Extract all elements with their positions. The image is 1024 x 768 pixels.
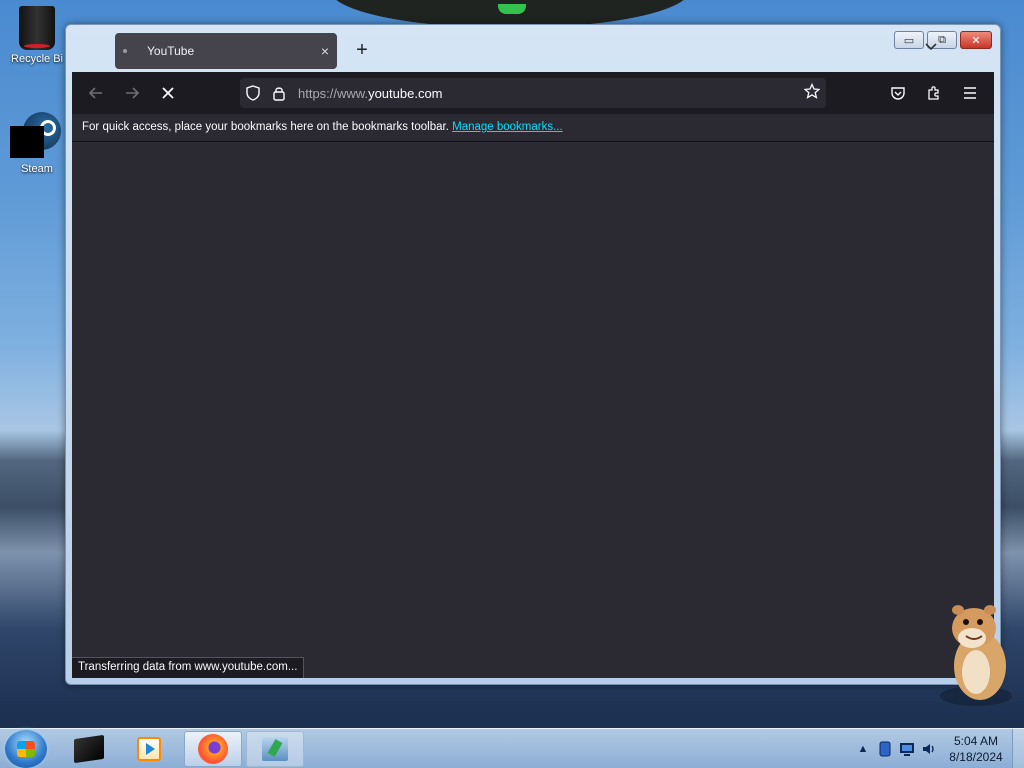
forward-button[interactable] [118,80,146,106]
firefox-icon [198,734,228,764]
bookmarks-toolbar-message: For quick access, place your bookmarks h… [82,121,449,133]
manage-bookmarks-link[interactable]: Manage bookmarks... [452,121,563,133]
taskbar-media-player-button[interactable] [120,731,178,767]
lock-icon[interactable] [266,80,292,106]
tool-icon [262,737,288,761]
pocket-icon[interactable] [884,80,912,106]
navigation-toolbar: https://www.youtube.com [72,72,994,114]
show-hidden-icons-button[interactable]: ▲ [852,738,874,760]
desktop-icon-steam[interactable]: Steam [2,112,72,175]
display-icon[interactable] [896,738,918,760]
back-button[interactable] [82,80,110,106]
browser-window: ▭ ⧉ ✕ YouTube × + https://www.youtube.co… [65,24,1001,685]
taskbar-terminal-button[interactable] [60,731,118,767]
url-bar[interactable]: https://www.youtube.com [240,78,826,108]
steam-icon [10,112,61,160]
desktop-icon-label: Steam [21,163,53,175]
list-all-tabs-button[interactable] [924,39,938,56]
chevron-down-icon [925,43,937,51]
tab-loading-icon [123,49,127,53]
media-player-icon [137,737,161,761]
network-drive-icon[interactable] [874,738,896,760]
tab-strip: YouTube × + [72,33,910,71]
show-desktop-button[interactable] [1012,729,1024,768]
clock[interactable]: 5:04 AM 8/18/2024 [940,733,1012,765]
recycle-bin-icon [19,6,55,50]
forward-arrow-icon [126,87,140,99]
new-tab-button[interactable]: + [350,39,374,62]
back-arrow-icon [88,87,102,99]
url-text[interactable]: https://www.youtube.com [298,86,798,101]
menu-hamburger-icon[interactable] [956,80,984,106]
stop-loading-button[interactable] [154,80,182,106]
taskbar-firefox-button[interactable] [184,731,242,767]
notch-indicator [498,4,526,14]
system-tray: ▲ 5:04 AM 8/18/2024 [852,729,1024,768]
close-window-button[interactable]: ✕ [960,31,992,49]
url-prefix: https://www. [298,85,369,101]
volume-icon[interactable] [918,738,940,760]
browser-content: https://www.youtube.com For quick access… [72,72,994,678]
status-panel: Transferring data from www.youtube.com..… [72,657,305,678]
stop-icon [162,87,174,99]
clock-date: 8/18/2024 [949,750,1003,764]
desktop-icon-recycle-bin[interactable]: Recycle Bi [2,6,72,65]
terminal-icon [74,734,104,764]
tab-title: YouTube [147,44,195,58]
extensions-icon[interactable] [920,80,948,106]
tab-youtube[interactable]: YouTube × [115,33,337,69]
bookmarks-toolbar: For quick access, place your bookmarks h… [72,114,994,142]
tracking-shield-icon[interactable] [240,80,266,106]
clock-time: 5:04 AM [953,734,999,748]
start-button[interactable] [5,730,47,768]
tab-close-button[interactable]: × [313,43,337,59]
desktop-icon-label: Recycle Bi [11,53,63,65]
taskbar: ▲ 5:04 AM 8/18/2024 [0,728,1024,768]
url-domain: youtube.com [368,85,443,101]
taskbar-tool-button[interactable] [246,731,304,767]
bookmark-star-icon[interactable] [798,82,826,104]
hamster-mascot-image [940,605,1012,706]
